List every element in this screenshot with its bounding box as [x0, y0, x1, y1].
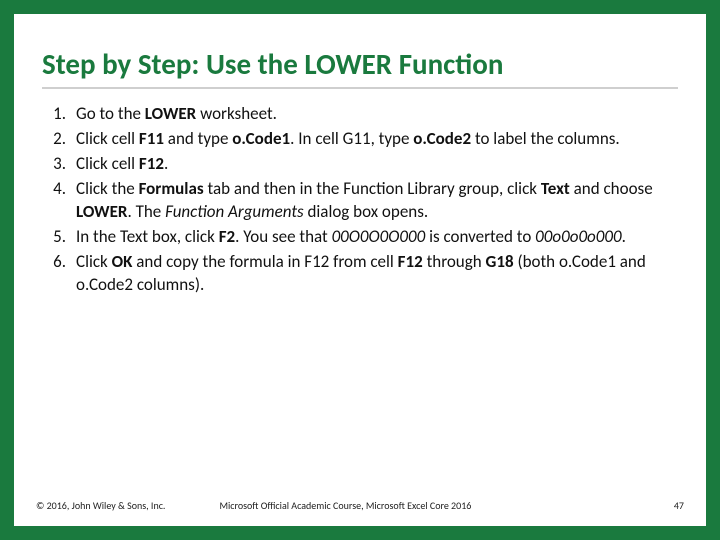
t: and copy the formula in F12 from cell: [136, 251, 397, 272]
t: F12: [398, 251, 427, 272]
t: Click the: [76, 178, 139, 199]
step-text: Click cell F12.: [76, 153, 678, 176]
t: through: [427, 251, 486, 272]
t: Go to the: [76, 103, 145, 124]
t: . You see that: [235, 226, 331, 247]
t: Formulas: [139, 178, 208, 199]
t: tab and then in the Function Library gro…: [207, 178, 540, 199]
step-text: Click the Formulas tab and then in the F…: [76, 178, 678, 224]
t: Click cell: [76, 153, 139, 174]
t: 00O0O0O000: [332, 226, 430, 247]
t: LOWER: [145, 103, 196, 124]
t: Click: [76, 251, 112, 272]
footer-course: Microsoft Official Academic Course, Micr…: [219, 499, 471, 512]
slide-footer: © 2016, John Wiley & Sons, Inc. Microsof…: [36, 499, 684, 512]
step-text: In the Text box, click F2. You see that …: [76, 226, 678, 249]
t: . In cell G11, type: [290, 128, 413, 149]
step-6: 6. Click OK and copy the formula in F12 …: [42, 251, 678, 297]
step-4: 4. Click the Formulas tab and then in th…: [42, 178, 678, 224]
t: .: [164, 153, 168, 174]
t: G18: [486, 251, 518, 272]
step-number: 3.: [42, 153, 76, 176]
step-number: 5.: [42, 226, 76, 249]
slide-title: Step by Step: Use the LOWER Function: [42, 48, 678, 81]
t: worksheet.: [196, 103, 277, 124]
step-number: 1.: [42, 103, 76, 126]
step-text: Go to the LOWER worksheet.: [76, 103, 678, 126]
t: and choose: [574, 178, 653, 199]
t: .: [622, 226, 626, 247]
step-text: Click OK and copy the formula in F12 fro…: [76, 251, 678, 297]
step-number: 2.: [42, 128, 76, 151]
t: Text: [541, 178, 574, 199]
step-2: 2. Click cell F11 and type o.Code1. In c…: [42, 128, 678, 151]
t: F11: [139, 128, 164, 149]
t: OK: [112, 251, 137, 272]
step-number: 6.: [42, 251, 76, 297]
t: In the Text box, click: [76, 226, 219, 247]
t: F2: [219, 226, 235, 247]
step-3: 3. Click cell F12.: [42, 153, 678, 176]
t: F12: [139, 153, 164, 174]
footer-copyright: © 2016, John Wiley & Sons, Inc.: [36, 499, 165, 512]
step-number: 4.: [42, 178, 76, 224]
step-1: 1. Go to the LOWER worksheet.: [42, 103, 678, 126]
t: Function Arguments: [165, 201, 307, 222]
footer-page-number: 47: [674, 499, 684, 512]
t: o.Code1: [232, 128, 290, 149]
t: is converted to: [429, 226, 535, 247]
t: 00o0o0o000: [535, 226, 622, 247]
t: dialog box opens.: [307, 201, 428, 222]
step-text: Click cell F11 and type o.Code1. In cell…: [76, 128, 678, 151]
title-divider: [42, 87, 678, 89]
step-5: 5. In the Text box, click F2. You see th…: [42, 226, 678, 249]
slide-content: Step by Step: Use the LOWER Function 1. …: [14, 14, 706, 297]
t: LOWER: [76, 201, 127, 222]
steps-list: 1. Go to the LOWER worksheet. 2. Click c…: [42, 103, 678, 297]
t: Click cell: [76, 128, 139, 149]
t: . The: [127, 201, 165, 222]
t: o.Code2: [413, 128, 471, 149]
t: and type: [164, 128, 232, 149]
t: to label the columns.: [471, 128, 620, 149]
